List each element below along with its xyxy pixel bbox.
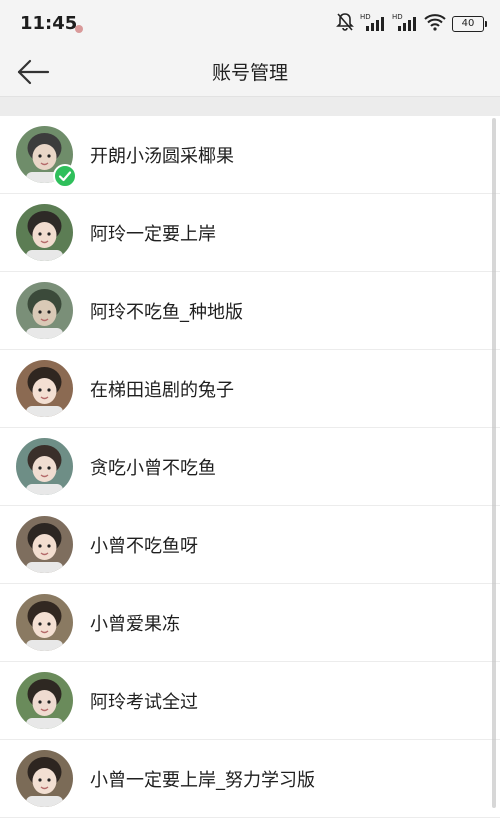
avatar [16, 282, 73, 339]
avatar [16, 204, 73, 261]
status-bar: 11:45 HD HD 40 [0, 0, 500, 48]
header-bar: 账号管理 [0, 48, 500, 96]
hd-signal-icon: HD [360, 12, 386, 36]
account-row[interactable]: 阿玲考试全过 [0, 662, 500, 740]
account-name: 小曾一定要上岸_努力学习版 [90, 770, 315, 791]
svg-text:HD: HD [360, 13, 371, 21]
account-row[interactable]: 阿玲不吃鱼_种地版 [0, 272, 500, 350]
account-name: 阿玲不吃鱼_种地版 [90, 302, 243, 323]
avatar [16, 438, 73, 495]
battery-icon: 40 [452, 16, 487, 32]
section-divider [0, 96, 500, 117]
account-row[interactable]: 小曾不吃鱼呀 [0, 506, 500, 584]
account-row[interactable]: 小曾爱果冻 [0, 584, 500, 662]
mute-bell-icon [336, 12, 354, 36]
status-icons: HD HD 40 [336, 12, 487, 36]
account-name: 在梯田追剧的兔子 [90, 380, 234, 401]
account-row[interactable]: 在梯田追剧的兔子 [0, 350, 500, 428]
scrollbar[interactable] [492, 118, 496, 808]
avatar [16, 594, 73, 651]
avatar [16, 360, 73, 417]
account-row[interactable]: 贪吃小曾不吃鱼 [0, 428, 500, 506]
svg-text:HD: HD [392, 13, 403, 21]
account-row[interactable]: 阿玲一定要上岸 [0, 194, 500, 272]
hd-signal-icon: HD [392, 12, 418, 36]
check-icon [53, 164, 77, 188]
account-name: 阿玲一定要上岸 [90, 224, 216, 245]
account-name: 开朗小汤圆采椰果 [90, 146, 234, 167]
status-time: 11:45 [20, 13, 78, 34]
account-name: 贪吃小曾不吃鱼 [90, 458, 216, 479]
account-row[interactable]: 小曾一定要上岸_努力学习版 [0, 740, 500, 818]
page-title: 账号管理 [211, 62, 288, 84]
account-list: 开朗小汤圆采椰果 阿玲一定要上岸 阿玲不吃鱼_种地版 在梯田追剧的兔子 贪吃小曾不吃鱼小… [0, 116, 500, 818]
avatar [16, 750, 73, 807]
wifi-icon [424, 13, 446, 35]
avatar [16, 516, 73, 573]
account-name: 小曾爱果冻 [90, 614, 180, 635]
account-name: 阿玲考试全过 [90, 692, 198, 713]
account-name: 小曾不吃鱼呀 [90, 536, 198, 557]
avatar [16, 672, 73, 729]
account-row[interactable]: 开朗小汤圆采椰果 [0, 116, 500, 194]
notification-app-icon [74, 19, 84, 38]
